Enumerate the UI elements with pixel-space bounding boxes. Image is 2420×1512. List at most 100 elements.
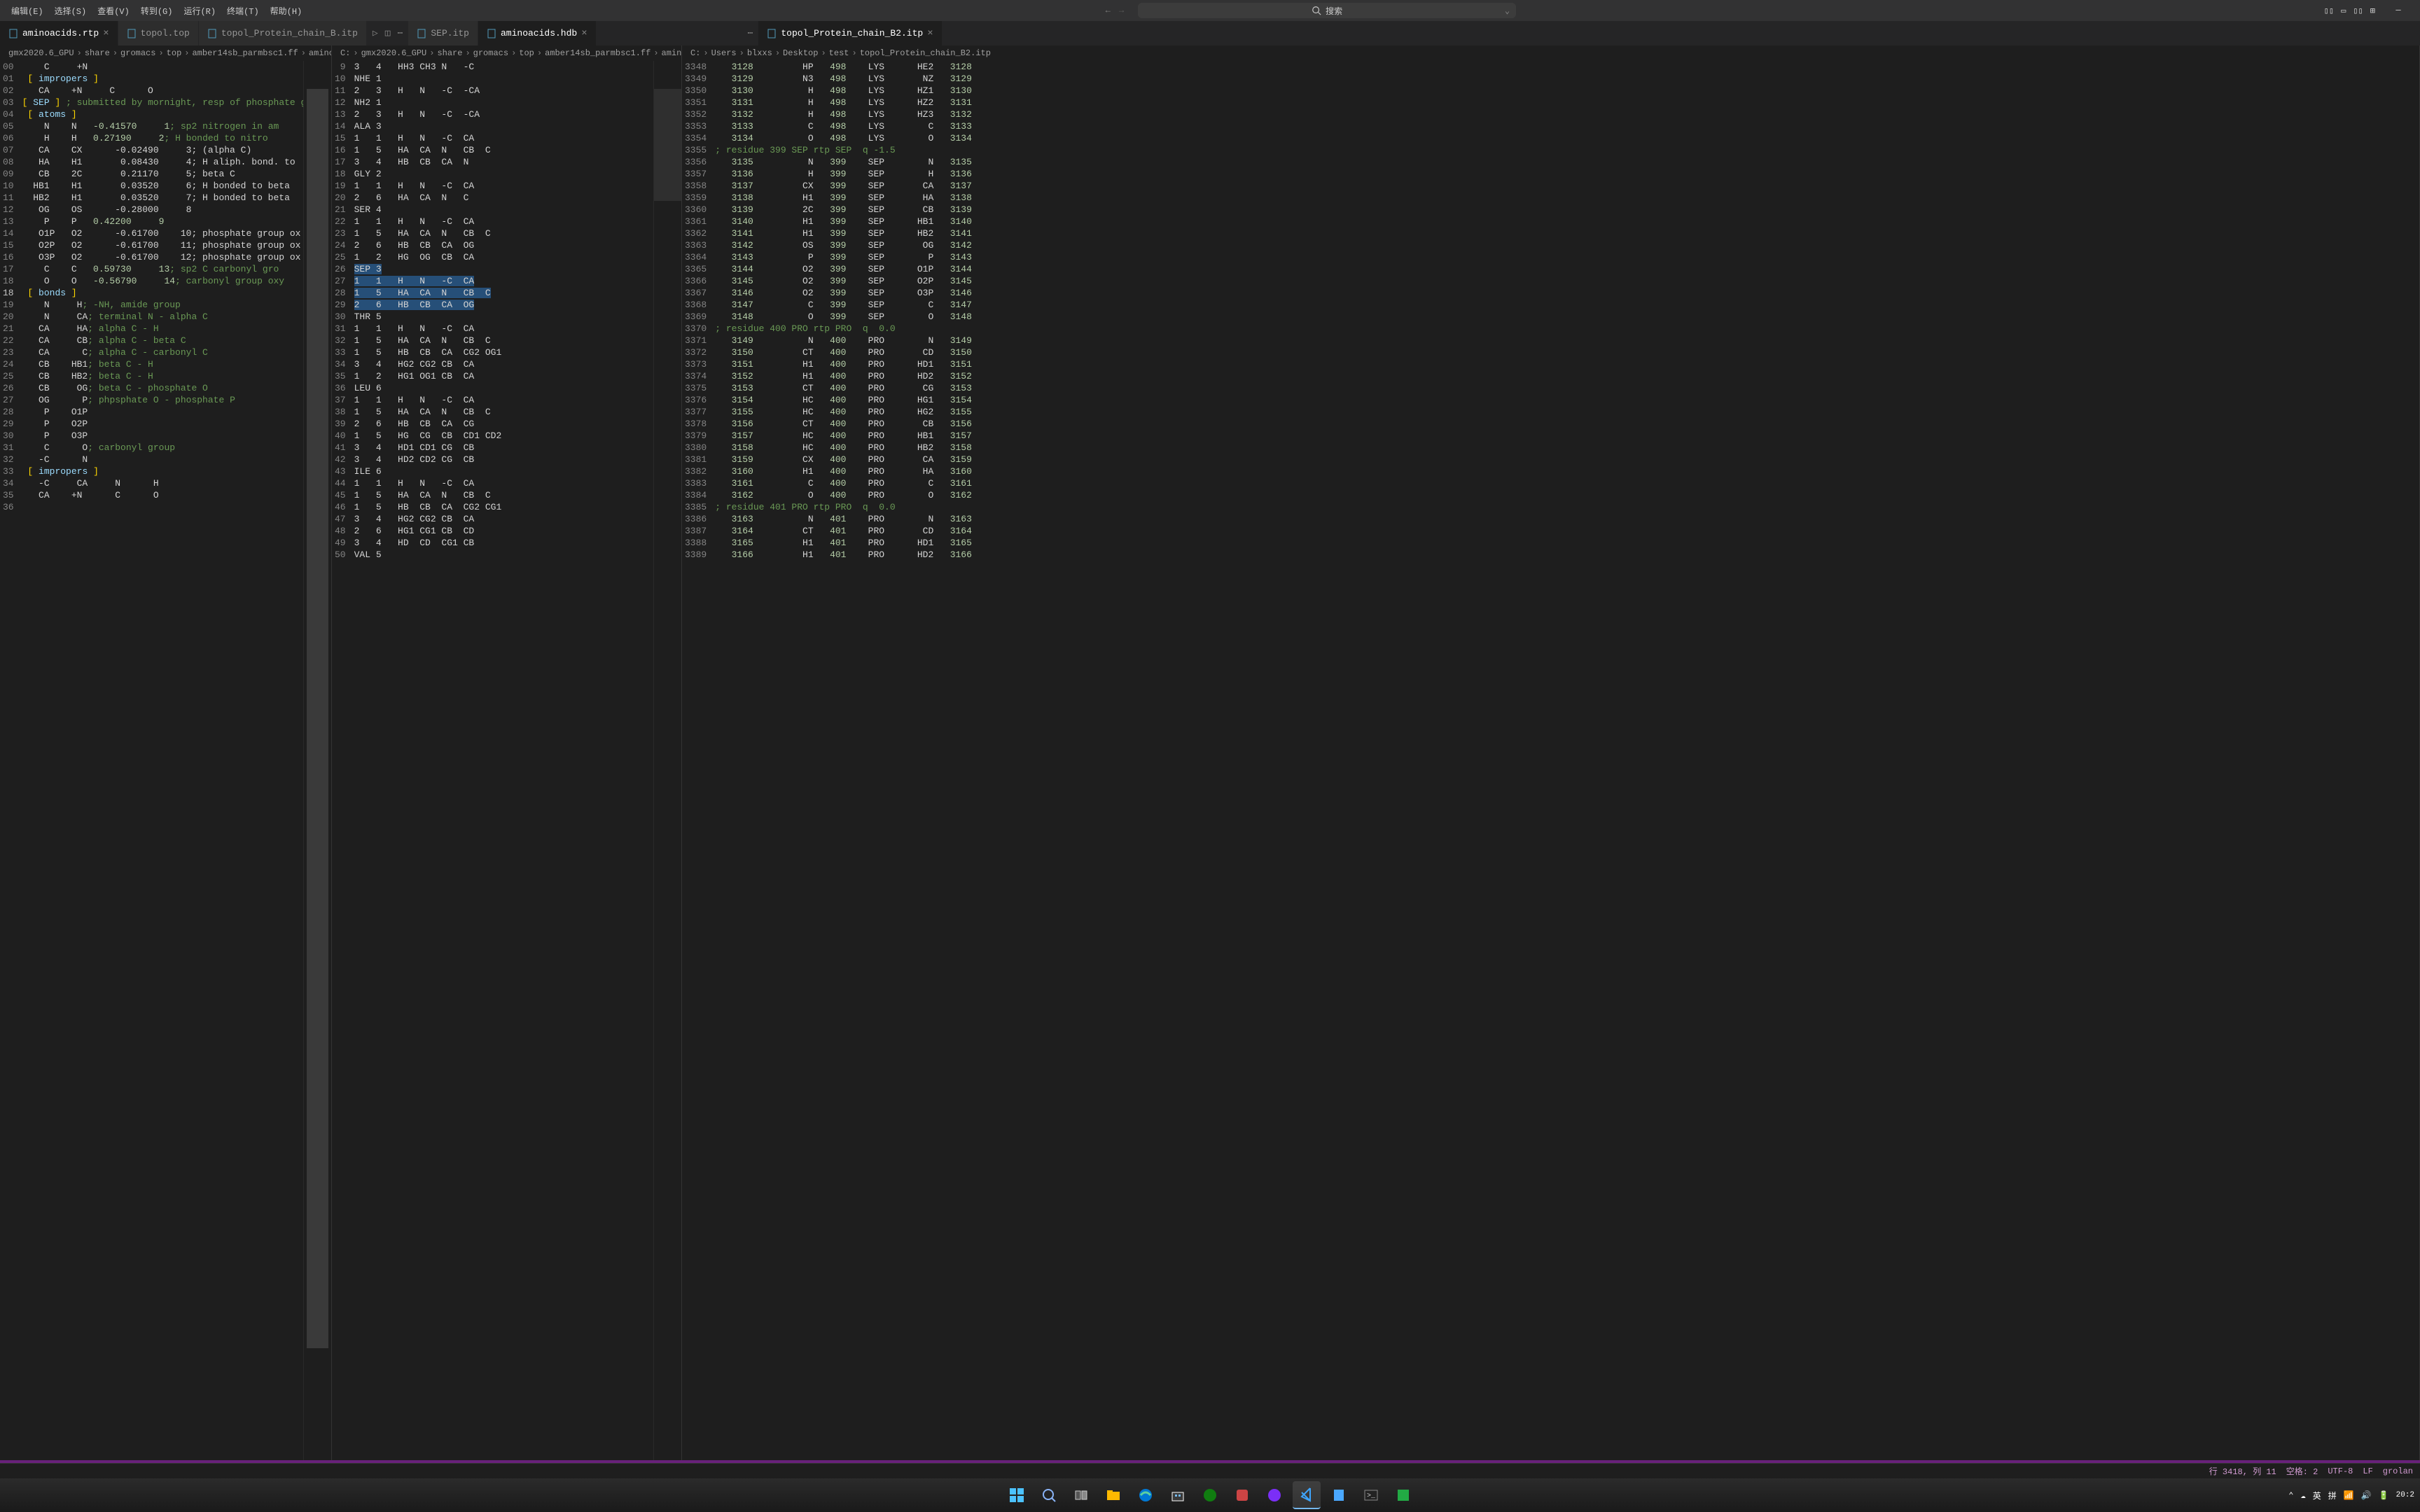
minimap[interactable] [653,61,681,1460]
line-gutter: 0001020304050607080910111213141516171818… [0,61,22,1460]
tab-label: aminoacids.hdb [501,28,577,38]
encoding-status[interactable]: UTF-8 [2328,1466,2353,1476]
layout-panel-left-icon[interactable]: ▯▯ [2324,6,2334,16]
menu-编辑(E)[interactable]: 编辑(E) [6,5,49,17]
search-app[interactable] [1035,1481,1063,1509]
breadcrumb-segment[interactable]: gromacs [120,48,155,58]
store-app[interactable] [1164,1481,1192,1509]
search-icon [1312,6,1321,15]
battery-icon[interactable]: 🔋 [2379,1490,2389,1501]
indent-status[interactable]: 空格: 2 [2286,1465,2318,1477]
window-minimize-button[interactable]: ─ [2382,0,2414,21]
breadcrumb-segment[interactable]: Users [711,48,737,58]
tab-topol.top[interactable]: topol.top [118,21,199,46]
layout-panel-bottom-icon[interactable]: ▭ [2341,6,2346,16]
more-icon[interactable]: ⋯ [748,28,753,38]
breadcrumb[interactable]: C:›gmx2020.6_GPU›share›gromacs›top›amber… [332,46,681,61]
eol-status[interactable]: LF [2363,1466,2372,1476]
cursor-position[interactable]: 行 3418, 列 11 [2209,1465,2276,1477]
vscode-app[interactable] [1293,1481,1321,1509]
explorer-app[interactable] [1099,1481,1127,1509]
taskbar: >_ ⌃ ☁ 英 拼 📶 🔊 🔋 20:2 [0,1478,2420,1512]
line-gutter: 9101112131415161718192021222324252627282… [332,61,354,1460]
line-gutter: 3348334933503351335233533354335533563357… [682,61,715,1460]
layout-customize-icon[interactable]: ⊞ [2370,6,2375,16]
editor-content[interactable]: C +N [ impropers ] CA +N C O[ SEP ] ; su… [22,61,303,1460]
ime-lang[interactable]: 英 [2313,1490,2321,1502]
menu-运行(R)[interactable]: 运行(R) [178,5,221,17]
close-icon[interactable]: × [927,28,933,39]
clock[interactable]: 20:2 [2396,1491,2414,1500]
breadcrumb-segment[interactable]: blxxs [747,48,772,58]
tab-aminoacids.rtp[interactable]: aminoacids.rtp × [0,21,118,46]
menu-终端(T)[interactable]: 终端(T) [221,5,265,17]
breadcrumb-segment[interactable]: aminoacids.rtp [309,48,332,58]
notepad-app[interactable] [1325,1481,1353,1509]
tab-label: SEP.itp [431,28,469,38]
status-bar: 行 3418, 列 11 空格: 2 UTF-8 LF grolan [0,1463,2420,1478]
tab-aminoacids.hdb[interactable]: aminoacids.hdb × [478,21,597,46]
minimap[interactable] [303,61,331,1460]
tray-onedrive-icon[interactable]: ☁ [2300,1490,2305,1501]
file-icon [767,29,777,38]
tab-label: aminoacids.rtp [22,28,99,38]
app-3[interactable] [1389,1481,1417,1509]
split-icon[interactable]: ◫ [385,28,391,38]
editor-content[interactable]: 3128 HP 498 LYS HE2 3128 3129 N3 498 LYS… [715,61,2419,1460]
nav-back-icon[interactable]: ← [1106,6,1111,15]
breadcrumb-segment[interactable]: top [519,48,534,58]
file-icon [127,29,137,38]
breadcrumb-segment[interactable]: top [167,48,182,58]
file-icon [417,29,426,38]
task-view-app[interactable] [1067,1481,1095,1509]
breadcrumb-segment[interactable]: test [829,48,849,58]
menu-转到(G)[interactable]: 转到(G) [135,5,179,17]
search-input[interactable]: 搜索 ⌄ [1138,3,1516,18]
breadcrumb-segment[interactable]: gmx2020.6_GPU [361,48,427,58]
file-icon [487,29,496,38]
tab-topol_Protein_chain_B.itp[interactable]: topol_Protein_chain_B.itp [199,21,367,46]
terminal-app[interactable]: >_ [1357,1481,1385,1509]
file-icon [8,29,18,38]
volume-icon[interactable]: 🔊 [2361,1490,2372,1501]
close-icon[interactable]: × [581,28,587,39]
xbox-app[interactable] [1196,1481,1224,1509]
breadcrumb[interactable]: gmx2020.6_GPU›share›gromacs›top›amber14s… [0,46,331,61]
tab-label: topol.top [141,28,190,38]
breadcrumb-segment[interactable]: share [437,48,462,58]
menu-查看(V)[interactable]: 查看(V) [92,5,135,17]
edge-app[interactable] [1132,1481,1160,1509]
breadcrumb-segment[interactable]: Desktop [783,48,818,58]
file-icon [207,29,217,38]
editor-content[interactable]: 3 4 HH3 CH3 N -CNHE 12 3 H N -C -CANH2 1… [354,61,653,1460]
menu-帮助(H)[interactable]: 帮助(H) [265,5,308,17]
run-icon[interactable]: ▷ [373,28,378,38]
breadcrumb-segment[interactable]: C: [340,48,350,58]
start-button[interactable] [1003,1481,1031,1509]
tab-SEP.itp[interactable]: SEP.itp [408,21,478,46]
menu-选择(S)[interactable]: 选择(S) [49,5,92,17]
language-status[interactable]: grolan [2383,1466,2413,1476]
wifi-icon[interactable]: 📶 [2344,1490,2354,1501]
app-2[interactable] [1260,1481,1288,1509]
layout-panel-right-icon[interactable]: ▯▯ [2353,6,2363,16]
breadcrumb-segment[interactable]: amber14sb_parmbsc1.ff [545,48,651,58]
breadcrumb-segment[interactable]: topol_Protein_chain_B2.itp [860,48,991,58]
tab-topol_Protein_chain_B2.itp[interactable]: topol_Protein_chain_B2.itp× [758,21,942,46]
breadcrumb-segment[interactable]: aminoacids.hdb [662,48,682,58]
breadcrumb-segment[interactable]: gromacs [473,48,508,58]
chevron-down-icon[interactable]: ⌄ [1505,6,1510,16]
tray-chevron-icon[interactable]: ⌃ [2288,1490,2293,1501]
nav-forward-icon[interactable]: → [1119,6,1124,15]
breadcrumb[interactable]: C:›Users›blxxs›Desktop›test›topol_Protei… [682,46,2419,61]
search-placeholder: 搜索 [1326,5,1342,17]
breadcrumb-segment[interactable]: gmx2020.6_GPU [8,48,74,58]
breadcrumb-segment[interactable]: C: [690,48,700,58]
more-icon[interactable]: ⋯ [398,28,403,38]
close-icon[interactable]: × [103,28,109,39]
breadcrumb-segment[interactable]: share [85,48,110,58]
breadcrumb-segment[interactable]: amber14sb_parmbsc1.ff [192,48,298,58]
ime-method[interactable]: 拼 [2328,1490,2337,1502]
menubar: 编辑(E)选择(S)查看(V)转到(G)运行(R)终端(T)帮助(H) ← → … [0,0,2420,21]
app-1[interactable] [1228,1481,1256,1509]
